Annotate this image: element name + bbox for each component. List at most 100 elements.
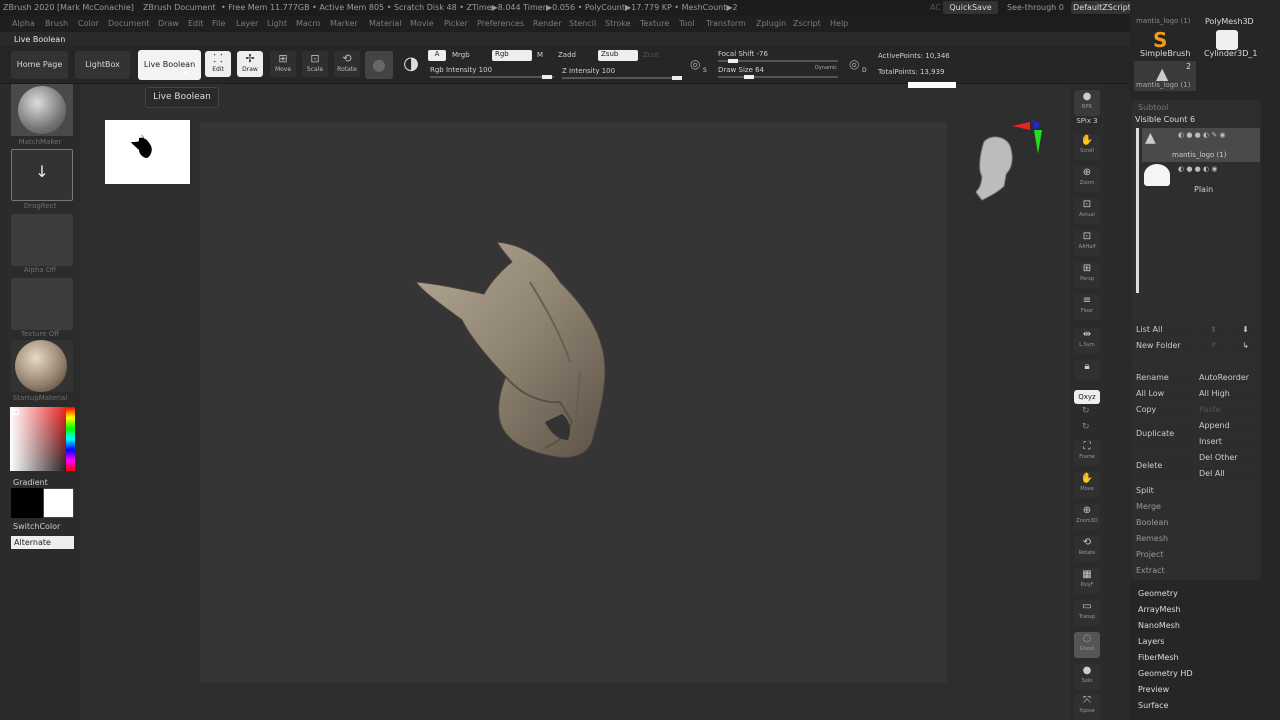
- extract-button[interactable]: Extract: [1136, 566, 1165, 575]
- solo-button[interactable]: ● Solo: [1074, 664, 1100, 690]
- paste-button[interactable]: Paste: [1196, 403, 1258, 417]
- menu-stencil[interactable]: Stencil: [569, 19, 596, 28]
- bpr-button[interactable]: ● BPR: [1074, 90, 1100, 116]
- menu-texture[interactable]: Texture: [640, 19, 669, 28]
- duplicate-button[interactable]: Duplicate: [1133, 419, 1193, 449]
- menu-document[interactable]: Document: [108, 19, 149, 28]
- boolean-button[interactable]: Boolean: [1136, 518, 1168, 527]
- matchmaker-brush-button[interactable]: [11, 84, 73, 136]
- gradient-label[interactable]: Gradient: [13, 478, 48, 487]
- focal-shift-track[interactable]: [718, 59, 838, 63]
- rgb-toggle[interactable]: Rgb: [492, 50, 532, 61]
- material-button[interactable]: [11, 340, 73, 392]
- menu-zplugin[interactable]: Zplugin: [756, 19, 786, 28]
- dragrect-stroke-button[interactable]: ↓: [11, 149, 73, 201]
- menu-stroke[interactable]: Stroke: [605, 19, 631, 28]
- draw-button[interactable]: ✢ Draw: [237, 51, 263, 77]
- z-intensity-track[interactable]: [562, 76, 682, 80]
- actual-button[interactable]: ⊡ Actual: [1074, 198, 1100, 224]
- xyz-button[interactable]: Qxyz: [1074, 390, 1100, 404]
- edit-button[interactable]: ⸬ Edit: [205, 51, 231, 77]
- zoom3d-button[interactable]: ⊕ Zoom3D: [1074, 504, 1100, 530]
- default-zscript-button[interactable]: DefaultZScript: [1071, 1, 1133, 14]
- alternate-button[interactable]: Alternate: [11, 536, 74, 549]
- live-boolean-button[interactable]: Live Boolean: [138, 50, 201, 80]
- focal-shift-icon[interactable]: ◎: [690, 57, 700, 71]
- axis-gyro[interactable]: [1010, 118, 1050, 158]
- menu-transform[interactable]: Transform: [706, 19, 746, 28]
- split-button[interactable]: Split: [1136, 486, 1154, 495]
- menu-help[interactable]: Help: [830, 19, 848, 28]
- menu-macro[interactable]: Macro: [296, 19, 320, 28]
- subtool-visibility-icons[interactable]: ◐ ● ● ◐ ✎ ◉: [1178, 131, 1226, 139]
- menu-preferences[interactable]: Preferences: [477, 19, 524, 28]
- scale-button[interactable]: ⊡ Scale: [302, 51, 328, 77]
- autoreorder-button[interactable]: AutoReorder: [1196, 371, 1258, 385]
- del-other-button[interactable]: Del Other: [1196, 451, 1258, 465]
- rgb-intensity-knob[interactable]: [542, 75, 552, 79]
- alpha-button[interactable]: [11, 214, 73, 266]
- persp-button[interactable]: ⊞ Persp: [1074, 262, 1100, 288]
- menu-picker[interactable]: Picker: [444, 19, 468, 28]
- remesh-button[interactable]: Remesh: [1136, 534, 1168, 543]
- preview-section[interactable]: Preview: [1138, 685, 1169, 694]
- lock-button[interactable]: 🔒︎: [1074, 360, 1100, 380]
- menu-light[interactable]: Light: [267, 19, 287, 28]
- copy-button[interactable]: Copy: [1133, 403, 1193, 417]
- subtool-item[interactable]: ▲ ◐ ● ● ◐ ✎ ◉ mantis_logo (1): [1142, 128, 1260, 162]
- visible-count[interactable]: Visible Count 6: [1135, 115, 1195, 124]
- m-toggle[interactable]: M: [537, 51, 543, 59]
- aahalf-button[interactable]: ⊡ AAHalf: [1074, 230, 1100, 256]
- draw-size-slider[interactable]: Draw Size 64: [718, 66, 764, 74]
- floor-button[interactable]: ≡ Floor: [1074, 294, 1100, 320]
- texture-button[interactable]: [11, 278, 73, 330]
- simplebrush-label[interactable]: SimpleBrush: [1140, 49, 1190, 58]
- rotate-view-button[interactable]: ⟲ Rotate: [1074, 536, 1100, 562]
- focal-shift-slider[interactable]: Focal Shift -76: [718, 50, 768, 58]
- polyf-button[interactable]: ▦ PolyF: [1074, 568, 1100, 594]
- quicksave-button[interactable]: QuickSave: [943, 1, 998, 14]
- menu-alpha[interactable]: Alpha: [12, 19, 35, 28]
- frame-button[interactable]: ⛶ Frame: [1074, 440, 1100, 466]
- transp-button[interactable]: ▭ Transp: [1074, 600, 1100, 626]
- nanomesh-section[interactable]: NanoMesh: [1138, 621, 1180, 630]
- canvas[interactable]: [200, 82, 956, 682]
- intensity-icon[interactable]: ◎: [849, 57, 859, 71]
- main-color-swatch[interactable]: [11, 488, 43, 518]
- zcut-toggle[interactable]: Zcut: [643, 51, 659, 59]
- see-through-slider[interactable]: See-through 0: [1007, 3, 1064, 12]
- preview-thumbnail[interactable]: [105, 120, 190, 184]
- append-button[interactable]: Append: [1196, 419, 1258, 433]
- a-toggle[interactable]: A: [428, 50, 446, 61]
- color-cursor[interactable]: [13, 409, 19, 415]
- move-view-button[interactable]: ✋ Move: [1074, 472, 1100, 498]
- subtool-header[interactable]: Subtool: [1138, 103, 1168, 112]
- focal-shift-knob[interactable]: [728, 59, 738, 63]
- mantis-tool-thumb[interactable]: ▲ 2 mantis_logo (1): [1134, 61, 1196, 91]
- menu-file[interactable]: File: [212, 19, 225, 28]
- spix-slider[interactable]: SPix 3: [1074, 117, 1100, 125]
- insert-button[interactable]: Insert: [1196, 435, 1258, 449]
- lsym-button[interactable]: ⇹ L.Sym: [1074, 328, 1100, 354]
- mantis-mesh[interactable]: [200, 122, 947, 682]
- merge-button[interactable]: Merge: [1136, 502, 1161, 511]
- draw-size-knob[interactable]: [744, 75, 754, 79]
- geometry-section[interactable]: Geometry: [1138, 589, 1178, 598]
- rgb-intensity-track[interactable]: [430, 75, 554, 79]
- list-all-button[interactable]: List All: [1133, 323, 1193, 337]
- rotate-z-icon[interactable]: ↻: [1082, 422, 1090, 432]
- menu-layer[interactable]: Layer: [236, 19, 258, 28]
- delete-button[interactable]: Delete: [1133, 451, 1193, 481]
- menu-tool[interactable]: Tool: [679, 19, 695, 28]
- menu-color[interactable]: Color: [78, 19, 99, 28]
- zoom-button[interactable]: ⊕ Zoom: [1074, 166, 1100, 192]
- all-high-button[interactable]: All High: [1196, 387, 1258, 401]
- menu-zscript[interactable]: Zscript: [793, 19, 821, 28]
- new-folder-button[interactable]: New Folder: [1133, 339, 1193, 353]
- switchcolor-button[interactable]: SwitchColor: [13, 522, 60, 531]
- ghost-button[interactable]: ◌ Ghost: [1074, 632, 1100, 658]
- menu-material[interactable]: Material: [369, 19, 402, 28]
- zsub-toggle[interactable]: Zsub: [598, 50, 638, 61]
- layers-section[interactable]: Layers: [1138, 637, 1164, 646]
- all-low-button[interactable]: All Low: [1133, 387, 1193, 401]
